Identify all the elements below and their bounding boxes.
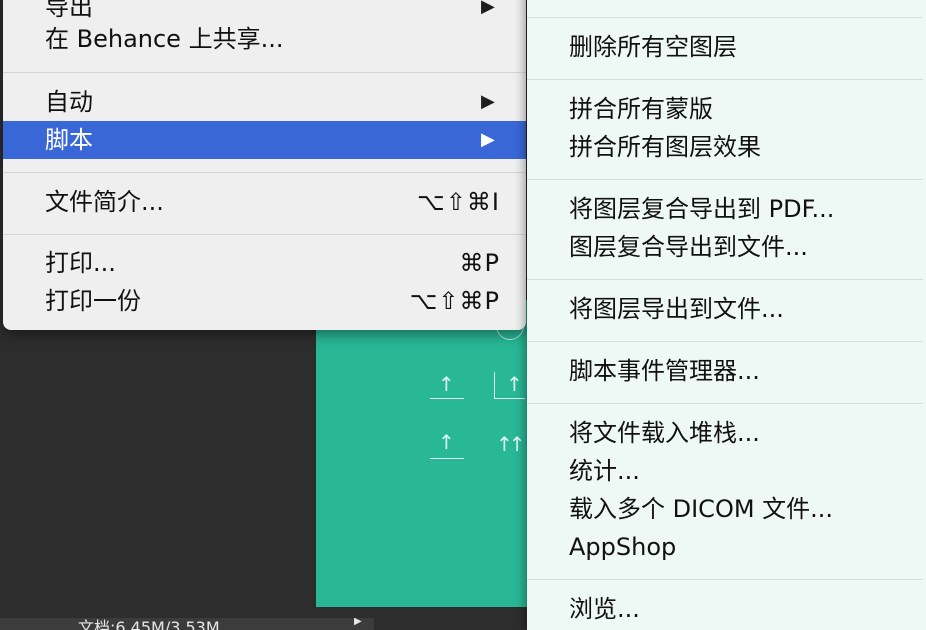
submenu-item-layer-comps-to-pdf[interactable]: 将图层复合导出到 PDF... [527, 190, 926, 228]
menu-separator [3, 234, 526, 235]
submenu-item-flatten-all-masks[interactable]: 拼合所有蒙版 [527, 90, 926, 128]
menu-item-label: 自动 [45, 88, 93, 116]
menu-separator [527, 17, 923, 18]
submenu-item-label: 将图层导出到文件... [569, 295, 784, 323]
submenu-item-load-files-into-stack[interactable]: 将文件载入堆栈... [527, 414, 926, 452]
submenu-arrow-icon: ▶ [481, 91, 495, 112]
submenu-item-label: 载入多个 DICOM 文件... [569, 495, 834, 523]
submenu-item-statistics[interactable]: 统计... [527, 452, 926, 490]
submenu-arrow-icon: ▶ [481, 129, 495, 150]
menu-separator [3, 72, 526, 73]
submenu-item-label: 脚本事件管理器... [569, 357, 760, 385]
scripts-submenu: 删除所有空图层 拼合所有蒙版 拼合所有图层效果 将图层复合导出到 PDF... … [527, 0, 926, 630]
submenu-item-load-dicom-files[interactable]: 载入多个 DICOM 文件... [527, 490, 926, 528]
submenu-item-delete-empty-layers[interactable]: 删除所有空图层 [527, 28, 926, 66]
menu-item-label: 脚本 [45, 126, 93, 154]
submenu-item-appshop[interactable]: AppShop [527, 528, 926, 566]
upload-icon: ↑ [438, 430, 455, 454]
menu-item-label: 打印一份 [45, 287, 141, 315]
menu-item-scripts[interactable]: 脚本 ▶ [3, 121, 526, 159]
submenu-item-label: 拼合所有蒙版 [569, 95, 713, 123]
submenu-item-label: 图层复合导出到文件... [569, 233, 808, 261]
submenu-item-label: 统计... [569, 457, 640, 485]
menu-item-automate[interactable]: 自动 ▶ [3, 83, 526, 121]
shortcut-label: ⌥⇧⌘I [417, 188, 500, 216]
submenu-item-label: 删除所有空图层 [569, 33, 737, 61]
file-menu: 导出 ▶ 在 Behance 上共享... 自动 ▶ 脚本 ▶ 文件简介... … [3, 0, 526, 330]
shortcut-label: ⌘P [459, 249, 500, 277]
menu-item-label: 文件简介... [45, 188, 164, 216]
submenu-item-export-layers-to-files[interactable]: 将图层导出到文件... [527, 290, 926, 328]
menu-separator [527, 279, 923, 280]
submenu-item-label: 将图层复合导出到 PDF... [569, 195, 835, 223]
submenu-item-label: 浏览... [569, 595, 640, 623]
double-upload-icon: ↑↑ [496, 432, 525, 456]
menu-item-print[interactable]: 打印... ⌘P [3, 244, 526, 282]
menu-item-label: 在 Behance 上共享... [45, 25, 284, 53]
menu-item-print-one-copy[interactable]: 打印一份 ⌥⇧⌘P [3, 282, 526, 320]
status-bar: 文档:6.45M/3.53M ▶ [0, 618, 374, 630]
menu-separator [527, 179, 923, 180]
menu-separator [527, 579, 923, 580]
submenu-item-label: AppShop [569, 533, 677, 561]
menu-item-share-behance[interactable]: 在 Behance 上共享... [3, 20, 526, 58]
submenu-item-label: 拼合所有图层效果 [569, 133, 761, 161]
menu-item-file-info[interactable]: 文件简介... ⌥⇧⌘I [3, 183, 526, 221]
submenu-item-label: 将文件载入堆栈... [569, 419, 760, 447]
submenu-item-script-events-manager[interactable]: 脚本事件管理器... [527, 352, 926, 390]
submenu-item-browse[interactable]: 浏览... [527, 590, 926, 628]
status-menu-arrow-icon[interactable]: ▶ [354, 618, 362, 627]
menu-item-label: 打印... [45, 249, 116, 277]
shortcut-label: ⌥⇧⌘P [409, 287, 500, 315]
document-size-info: 文档:6.45M/3.53M [78, 618, 220, 630]
upload-icon: ↑ [506, 372, 523, 396]
menu-separator [3, 172, 526, 173]
submenu-item-flatten-all-layer-effects[interactable]: 拼合所有图层效果 [527, 128, 926, 166]
upload-icon-base [430, 458, 464, 459]
menu-separator [527, 403, 923, 404]
document-canvas: ↑ ↑ ↑ ↑↑ [316, 300, 546, 607]
menu-separator [527, 341, 923, 342]
upload-icon-base [430, 398, 464, 399]
submenu-item-layer-comps-to-files[interactable]: 图层复合导出到文件... [527, 228, 926, 266]
menu-separator [527, 79, 923, 80]
upload-icon: ↑ [438, 372, 455, 396]
